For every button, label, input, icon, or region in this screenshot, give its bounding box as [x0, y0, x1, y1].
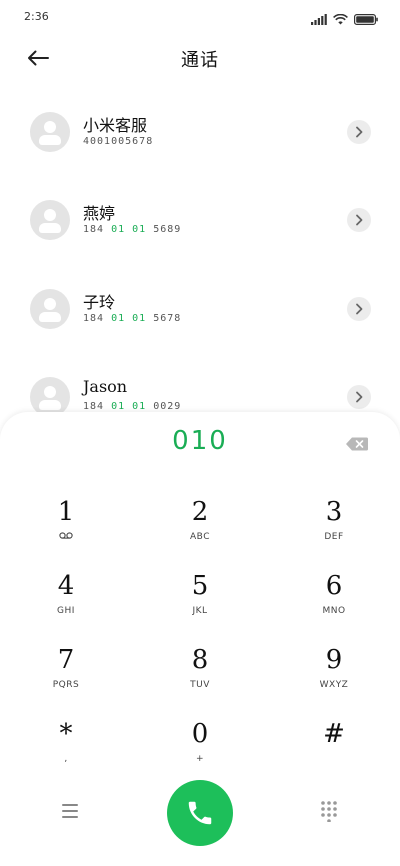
header: 通话: [0, 38, 400, 78]
chevron-right-icon: [356, 126, 363, 138]
contact-number: 184 01 01 5689: [83, 224, 182, 235]
key-5[interactable]: 5 JKL: [140, 570, 260, 640]
contact-name: 子玲: [83, 293, 116, 312]
status-icons: [311, 10, 378, 29]
key-4[interactable]: 4 GHI: [6, 570, 126, 640]
backspace-icon: [346, 437, 368, 451]
key-7[interactable]: 7 PQRS: [6, 644, 126, 714]
backspace-button[interactable]: [346, 436, 368, 451]
menu-button[interactable]: [56, 804, 84, 826]
contact-item[interactable]: 小米客服 4001005678: [0, 92, 400, 172]
key-3[interactable]: 3 DEF: [274, 496, 394, 566]
contact-detail-button[interactable]: [347, 297, 371, 321]
avatar: [30, 377, 70, 417]
contact-item[interactable]: 燕婷 184 01 01 5689: [0, 180, 400, 260]
key-star[interactable]: * ,: [6, 718, 126, 788]
contact-name: 燕婷: [83, 204, 116, 223]
contact-number: 184 01 01 5678: [83, 313, 182, 324]
signal-icon: [311, 10, 327, 29]
key-8[interactable]: 8 TUV: [140, 644, 260, 714]
voicemail-icon: [6, 532, 126, 542]
avatar: [30, 112, 70, 152]
contact-detail-button[interactable]: [347, 120, 371, 144]
contact-item[interactable]: 子玲 184 01 01 5678: [0, 269, 400, 349]
status-time: 2:36: [24, 10, 49, 23]
call-screen: 2:36 通话 小米客服 4001005678 燕婷 184 01 01 568…: [0, 0, 400, 866]
contact-number: 184 01 01 0029: [83, 401, 182, 412]
wifi-icon: [333, 10, 348, 29]
key-1[interactable]: 1: [6, 496, 126, 566]
dialpad-icon: [321, 801, 337, 823]
key-2[interactable]: 2 ABC: [140, 496, 260, 566]
bottom-bar: [0, 780, 400, 850]
key-0[interactable]: 0 +: [140, 718, 260, 788]
contact-name: 小米客服: [83, 116, 148, 135]
chevron-right-icon: [356, 391, 363, 403]
chevron-right-icon: [356, 303, 363, 315]
key-9[interactable]: 9 WXYZ: [274, 644, 394, 714]
status-bar: 2:36: [0, 0, 400, 32]
avatar: [30, 200, 70, 240]
key-hash[interactable]: #: [274, 718, 394, 788]
contact-number: 4001005678: [83, 136, 154, 147]
page-title: 通话: [181, 50, 219, 71]
phone-icon: [188, 801, 212, 825]
key-6[interactable]: 6 MNO: [274, 570, 394, 640]
battery-icon: [354, 10, 378, 29]
contact-detail-button[interactable]: [347, 385, 371, 409]
chevron-right-icon: [356, 214, 363, 226]
dialed-number: 010: [172, 426, 228, 456]
contact-detail-button[interactable]: [347, 208, 371, 232]
avatar: [30, 289, 70, 329]
menu-icon: [62, 804, 78, 818]
contact-name: Jason: [83, 377, 128, 396]
call-button[interactable]: [167, 780, 233, 846]
dialpad-toggle-button[interactable]: [318, 800, 340, 823]
